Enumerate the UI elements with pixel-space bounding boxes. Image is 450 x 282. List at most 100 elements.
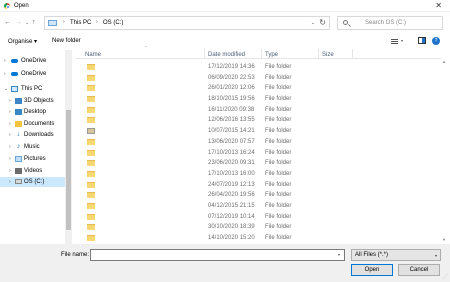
preview-pane-icon[interactable] xyxy=(418,37,426,44)
table-row[interactable]: 16/11/2020 09:38 File folder xyxy=(76,105,441,116)
column-type-header[interactable]: Type xyxy=(265,52,278,58)
file-type-select[interactable]: All Files (*.*) ▾ xyxy=(351,249,441,261)
type-cell: File folder xyxy=(265,181,292,188)
close-icon[interactable]: ✕ xyxy=(435,1,442,10)
sidebar-item-label: Desktop xyxy=(24,109,47,115)
column-name-header[interactable]: Name xyxy=(85,52,101,58)
scrollbar-thumb[interactable] xyxy=(66,110,71,230)
type-cell: File folder xyxy=(265,202,292,209)
file-type-value: All Files (*.*) xyxy=(355,252,389,258)
table-row[interactable]: 23/06/2020 09:31 File folder xyxy=(76,158,441,169)
resize-grip-icon[interactable]: ⋰ xyxy=(443,274,448,280)
table-row[interactable]: 04/12/2015 21:15 File folder xyxy=(76,201,441,212)
date-modified-cell: 13/06/2020 07:57 xyxy=(208,138,255,145)
chevron-right-icon[interactable]: › xyxy=(4,58,6,64)
column-divider[interactable] xyxy=(352,49,353,59)
table-row[interactable]: 26/04/2020 19:56 File folder xyxy=(76,190,441,201)
breadcrumb-separator[interactable]: › xyxy=(96,19,98,25)
table-row[interactable]: 24/07/2019 12:13 File folder xyxy=(76,180,441,191)
table-row[interactable]: 07/12/2019 10:14 File folder xyxy=(76,212,441,223)
type-cell: File folder xyxy=(265,224,292,231)
column-size-header[interactable]: Size xyxy=(322,52,334,58)
file-list-scrollbar[interactable]: ▲ ▼ xyxy=(441,59,449,242)
navigation-pane: › OneDrive › OneDrive ⌄ This PC › 3D Obj… xyxy=(0,50,72,244)
table-row[interactable]: 06/09/2020 22:53 File folder xyxy=(76,73,441,84)
breadcrumb-this-pc[interactable]: This PC xyxy=(70,20,91,26)
table-row[interactable]: 13/06/2020 07:57 File folder xyxy=(76,137,441,148)
up-arrow-icon[interactable]: ↑ xyxy=(32,18,36,28)
refresh-icon[interactable]: ↻ xyxy=(319,18,326,27)
chevron-right-icon[interactable]: › xyxy=(9,109,11,115)
folder-icon xyxy=(87,213,95,220)
recent-locations-chevron-icon[interactable]: ⌄ xyxy=(25,18,29,28)
table-row[interactable]: 17/12/2019 14:36 File folder xyxy=(76,62,441,73)
chevron-right-icon[interactable]: › xyxy=(9,121,11,127)
search-box[interactable]: Search OS (C:) xyxy=(337,16,443,30)
sidebar-item-videos[interactable]: › Videos xyxy=(0,166,65,176)
table-row[interactable]: 17/10/2013 16:00 File folder xyxy=(76,169,441,180)
column-divider[interactable] xyxy=(261,49,262,59)
folder-icon xyxy=(87,128,95,135)
breadcrumb-os-c[interactable]: OS (C:) xyxy=(103,20,123,26)
chevron-right-icon[interactable]: › xyxy=(9,132,11,138)
table-row[interactable]: 18/10/2015 19:56 File folder xyxy=(76,94,441,105)
sidebar-item-desktop[interactable]: › Desktop xyxy=(0,107,65,117)
breadcrumb-separator[interactable]: › xyxy=(63,19,65,25)
chevron-right-icon[interactable]: › xyxy=(4,71,6,77)
chevron-down-icon: ▾ xyxy=(434,253,437,258)
type-cell: File folder xyxy=(265,213,292,220)
column-divider[interactable] xyxy=(204,49,205,59)
sidebar-item-3d-objects[interactable]: › 3D Objects xyxy=(0,96,65,106)
column-divider[interactable] xyxy=(318,49,319,59)
folder-icon xyxy=(87,192,95,199)
forward-arrow-icon[interactable]: → xyxy=(15,18,22,28)
date-modified-cell: 04/12/2015 21:15 xyxy=(208,202,255,209)
chevron-right-icon[interactable]: › xyxy=(9,168,11,174)
drive-icon xyxy=(15,179,22,184)
address-bar[interactable]: › This PC › OS (C:) ⌄ ↻ xyxy=(44,16,330,30)
chevron-right-icon[interactable]: › xyxy=(9,179,11,185)
table-row[interactable]: 17/10/2013 16:24 File folder xyxy=(76,148,441,159)
chevron-right-icon[interactable]: › xyxy=(9,98,11,104)
file-name-dropdown-icon[interactable]: ▾ xyxy=(338,252,340,257)
date-modified-cell: 17/10/2013 16:24 xyxy=(208,149,255,156)
table-row[interactable]: 12/06/2016 13:55 File folder xyxy=(76,115,441,126)
sidebar-item-onedrive[interactable]: › OneDrive xyxy=(0,56,65,66)
back-arrow-icon[interactable]: ← xyxy=(4,18,11,28)
sidebar-item-downloads[interactable]: › ↓ Downloads xyxy=(0,130,65,140)
scroll-down-icon[interactable]: ▼ xyxy=(442,237,446,242)
type-cell: File folder xyxy=(265,170,292,177)
sidebar-item-pictures[interactable]: › Pictures xyxy=(0,154,65,164)
new-folder-button[interactable]: New folder xyxy=(52,38,81,44)
sidebar-item-documents[interactable]: › Documents xyxy=(0,119,65,129)
sidebar-item-onedrive[interactable]: › OneDrive xyxy=(0,69,65,79)
file-name-input[interactable] xyxy=(90,249,345,261)
help-icon[interactable]: ? xyxy=(432,37,440,45)
date-modified-cell: 26/04/2020 19:56 xyxy=(208,192,255,199)
date-modified-cell: 30/10/2020 18:39 xyxy=(208,224,255,231)
table-row[interactable]: 26/01/2020 12:06 File folder xyxy=(76,83,441,94)
folder-icon xyxy=(87,64,95,70)
address-dropdown-icon[interactable]: ⌄ xyxy=(311,20,315,26)
pictures-icon xyxy=(15,156,22,162)
column-date-header[interactable]: Date modified xyxy=(208,52,245,58)
cancel-button[interactable]: Cancel xyxy=(398,264,440,276)
scroll-up-icon[interactable]: ▲ xyxy=(442,59,446,64)
navigation-pane-scrollbar[interactable] xyxy=(65,50,72,244)
view-options-icon[interactable] xyxy=(391,39,398,44)
table-row[interactable]: 30/10/2020 18:39 File folder xyxy=(76,222,441,233)
sidebar-item-os-c[interactable]: › OS (C:) xyxy=(0,177,65,187)
table-row[interactable]: 10/07/2015 14:21 File folder xyxy=(76,126,441,137)
table-row[interactable]: 14/10/2020 15:20 File folder xyxy=(76,233,441,244)
search-input[interactable]: Search OS (C:) xyxy=(365,20,406,26)
view-dropdown-icon[interactable]: ▾ xyxy=(401,38,403,43)
chevron-right-icon[interactable]: › xyxy=(9,144,11,150)
chevron-right-icon[interactable]: › xyxy=(9,156,11,162)
sidebar-item-this-pc[interactable]: ⌄ This PC xyxy=(0,84,65,94)
folder-icon xyxy=(87,170,95,177)
open-button[interactable]: Open xyxy=(351,264,393,276)
type-cell: File folder xyxy=(265,128,292,135)
organise-button[interactable]: Organise ▾ xyxy=(8,38,37,45)
chevron-down-icon[interactable]: ⌄ xyxy=(4,86,8,92)
sidebar-item-music[interactable]: › ♪ Music xyxy=(0,142,65,152)
